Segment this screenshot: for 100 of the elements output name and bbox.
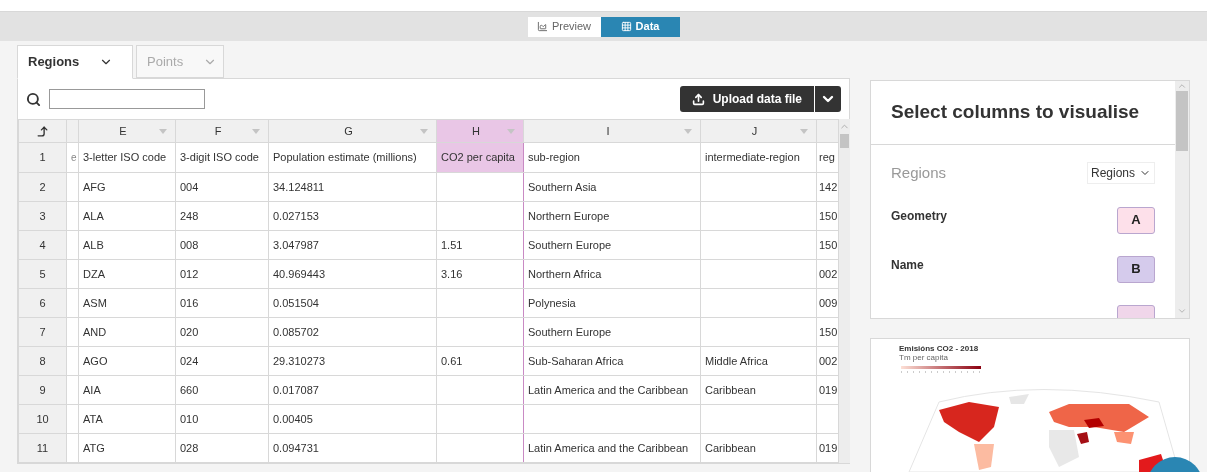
column-header: CO2 per capita (436, 142, 524, 173)
table-cell: Northern Europe (523, 201, 701, 231)
panel-title: Select columns to visualise (891, 100, 1140, 125)
table-cell: 0.017087 (268, 375, 437, 405)
table-cell: AGO (78, 346, 176, 376)
sort-caret-icon[interactable] (507, 128, 515, 134)
table-cell (66, 259, 79, 289)
column-letter-header[interactable]: G (268, 119, 437, 143)
table-cell: Southern Asia (523, 172, 701, 202)
table-cell: AND (78, 317, 176, 347)
row-number: 10 (18, 404, 67, 434)
row-number: 11 (18, 433, 67, 463)
table-cell: 010 (175, 404, 269, 434)
corner-arrow-icon[interactable] (36, 124, 49, 138)
table-cell (66, 317, 79, 347)
scrollbar[interactable] (1175, 81, 1189, 318)
section-label: Regions (891, 163, 947, 183)
scroll-down-icon[interactable] (1177, 306, 1187, 316)
column-letter-header[interactable] (816, 119, 839, 143)
row-number: 1 (18, 142, 67, 173)
column-letter: I (605, 123, 611, 139)
map-title: Emisións CO2 - 2018 (899, 345, 980, 353)
table-cell: 0.051504 (268, 288, 437, 318)
column-letter-header[interactable]: H (436, 119, 524, 143)
column-header: 3-digit ISO code (175, 142, 269, 173)
table-cell: 019 (816, 433, 839, 463)
column-letter-header[interactable]: J (700, 119, 817, 143)
binding-label: Name (891, 256, 924, 274)
row-number: 2 (18, 172, 67, 202)
table-cell: Southern Europe (523, 317, 701, 347)
table-cell: 150 (816, 201, 839, 231)
table-cell: ALA (78, 201, 176, 231)
row-number: 6 (18, 288, 67, 318)
table-cell: Latin America and the Caribbean (523, 433, 701, 463)
scrollbar[interactable] (839, 119, 850, 463)
upload-menu-button[interactable] (815, 86, 841, 112)
search-icon (26, 91, 41, 107)
table-cell: 019 (816, 375, 839, 405)
scroll-thumb[interactable] (840, 134, 849, 148)
table-cell: Caribbean (700, 375, 817, 405)
column-letter-header[interactable]: I (523, 119, 701, 143)
table-cell: 660 (175, 375, 269, 405)
table-cell: 004 (175, 172, 269, 202)
table-cell: 002 (816, 346, 839, 376)
column-letter-header[interactable]: E (78, 119, 176, 143)
sheet-tab[interactable]: Regions (17, 45, 133, 79)
table-cell: 248 (175, 201, 269, 231)
column-header: Population estimate (millions) (268, 142, 437, 173)
table-cell (66, 201, 79, 231)
table-cell: DZA (78, 259, 176, 289)
table-cell: 0.61 (436, 346, 524, 376)
table-cell: Northern Africa (523, 259, 701, 289)
table-cell: 020 (175, 317, 269, 347)
table-cell: 0.00405 (268, 404, 437, 434)
sheet-select[interactable]: Regions (1086, 162, 1155, 185)
binding-label: Geometry (891, 207, 948, 225)
view-toggle[interactable]: Data (600, 16, 680, 37)
table-cell: ALB (78, 230, 176, 260)
search-field[interactable] (49, 89, 205, 109)
table-cell: 150 (816, 317, 839, 347)
table-cell: 0.027153 (268, 201, 437, 231)
upload-button[interactable]: Upload data file (679, 86, 814, 112)
view-toggle[interactable]: Preview (527, 16, 601, 37)
table-cell: 1.51 (436, 230, 524, 260)
row-number: 8 (18, 346, 67, 376)
row-number: 3 (18, 201, 67, 231)
table-cell (66, 375, 79, 405)
column-header: intermediate-region (700, 142, 817, 173)
sort-caret-icon[interactable] (159, 128, 167, 134)
table-cell: Middle Africa (700, 346, 817, 376)
column-header: 3-letter ISO code (78, 142, 176, 173)
sort-caret-icon[interactable] (684, 128, 692, 134)
table-cell: 40.969443 (268, 259, 437, 289)
row-number: 5 (18, 259, 67, 289)
scroll-thumb[interactable] (1176, 91, 1188, 151)
table-cell: ATG (78, 433, 176, 463)
column-letter-header[interactable]: F (175, 119, 269, 143)
table-cell: 008 (175, 230, 269, 260)
table-cell: 142 (816, 172, 839, 202)
row-number: 4 (18, 230, 67, 260)
column-badge[interactable]: A (1117, 206, 1155, 234)
map-subtitle: Tm per capita (899, 354, 949, 362)
scroll-up-icon[interactable] (1177, 81, 1187, 91)
table-cell: Polynesia (523, 288, 701, 318)
table-cell (66, 230, 79, 260)
grid-icon (620, 21, 632, 32)
table-cell: 150 (816, 230, 839, 260)
table-cell: Caribbean (700, 433, 817, 463)
table-cell (66, 288, 79, 318)
upload-icon (691, 92, 705, 106)
table-cell: 34.124811 (268, 172, 437, 202)
table-cell (66, 172, 79, 202)
sort-caret-icon[interactable] (252, 128, 260, 134)
table-cell: Southern Europe (523, 230, 701, 260)
column-header: reg (816, 142, 839, 173)
table-cell: 0.085702 (268, 317, 437, 347)
sort-caret-icon[interactable] (800, 128, 808, 134)
sort-caret-icon[interactable] (420, 128, 428, 134)
column-header: e (66, 142, 79, 173)
column-badge[interactable]: B (1117, 255, 1155, 283)
